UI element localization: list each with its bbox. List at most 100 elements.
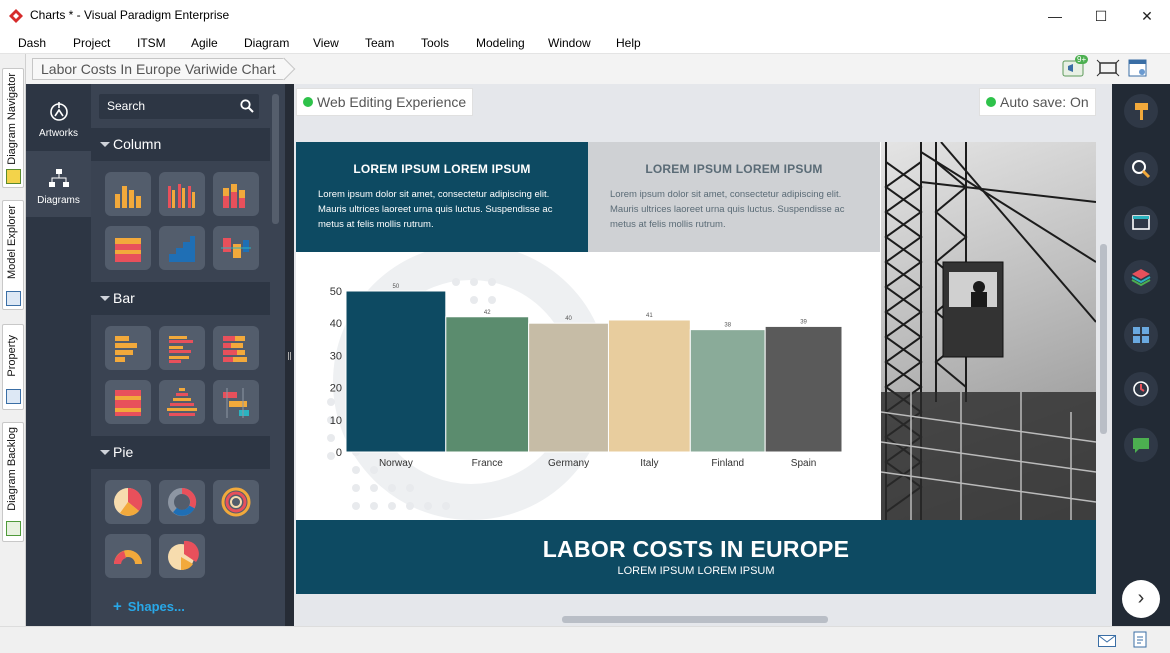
donut-chart-icon[interactable] [159, 480, 205, 524]
exploded-pie-chart-icon[interactable] [159, 534, 205, 578]
menu-tools[interactable]: Tools [421, 36, 449, 50]
bar-chart-icon[interactable] [105, 326, 151, 370]
menu-project[interactable]: Project [73, 36, 110, 50]
section-bar[interactable]: Bar [91, 282, 270, 315]
diagram-backlog-icon [6, 521, 21, 536]
menu-bar: Dash Project ITSM Agile Diagram View Tea… [0, 32, 1170, 54]
infographic-slide[interactable]: LOREM IPSUM LOREM IPSUM Lorem ipsum dolo… [296, 142, 1096, 594]
range-bar-chart-icon[interactable] [213, 380, 259, 424]
expand-panel-button[interactable]: › [1122, 580, 1160, 618]
app-logo-icon [9, 9, 23, 23]
grouped-column-chart-icon[interactable] [159, 172, 205, 216]
document-edit-icon[interactable] [1133, 631, 1149, 649]
palette-search-input[interactable]: Search [99, 94, 259, 119]
menu-view[interactable]: View [313, 36, 339, 50]
right-toolbar [1112, 84, 1170, 626]
heatmap-column-chart-icon[interactable] [105, 226, 151, 270]
chart-area: 0 10 20 30 40 50 50 Norway 42 France 40 Germany 41 It… [296, 252, 881, 520]
menu-dash[interactable]: Dash [18, 36, 46, 50]
semi-circle-chart-icon[interactable] [105, 534, 151, 578]
notification-badge: 9+ [1075, 55, 1089, 64]
format-painter-icon[interactable] [1124, 94, 1158, 128]
nav-artworks[interactable]: Artworks [26, 84, 91, 150]
slide-footer: LABOR COSTS IN EUROPE LOREM IPSUM LOREM … [296, 520, 1096, 594]
menu-modeling[interactable]: Modeling [476, 36, 525, 50]
pie-chart-icon[interactable] [105, 480, 151, 524]
layers-icon[interactable] [1124, 260, 1158, 294]
diagram-canvas[interactable]: Web Editing Experience Auto save: On LOR… [294, 84, 1112, 626]
x-category-label: Norway [379, 458, 413, 469]
y-tick-label: 30 [330, 350, 342, 362]
grouped-bar-chart-icon[interactable] [159, 326, 205, 370]
mail-icon[interactable] [1098, 635, 1116, 647]
menu-diagram[interactable]: Diagram [244, 36, 289, 50]
y-tick-label: 40 [330, 318, 342, 330]
horizontal-scrollbar[interactable] [562, 616, 828, 623]
notification-icon[interactable]: 9+ [1062, 55, 1089, 78]
add-shapes-link[interactable]: + Shapes... [113, 598, 185, 615]
history-icon[interactable] [1124, 372, 1158, 406]
fit-to-window-icon[interactable] [1096, 58, 1120, 78]
tab-property[interactable]: Property [2, 324, 24, 410]
maximize-button[interactable]: ☐ [1078, 0, 1124, 32]
bar-value-label: 42 [484, 310, 491, 316]
section-pie[interactable]: Pie [91, 436, 270, 469]
heatmap-bar-chart-icon[interactable] [105, 380, 151, 424]
info-box-secondary-title: LOREM IPSUM LOREM IPSUM [645, 162, 823, 176]
x-category-label: Finland [711, 458, 744, 469]
chart-bar[interactable] [689, 329, 766, 453]
stacked-bar-chart-icon[interactable] [213, 326, 259, 370]
info-box-primary: LOREM IPSUM LOREM IPSUM Lorem ipsum dolo… [296, 142, 588, 252]
menu-itsm[interactable]: ITSM [137, 36, 166, 50]
y-tick-label: 0 [336, 447, 342, 459]
column-chart-icon[interactable] [105, 172, 151, 216]
stacked-column-chart-icon[interactable] [213, 172, 259, 216]
comments-icon[interactable] [1124, 428, 1158, 462]
chart-bar[interactable] [764, 325, 843, 453]
y-tick-label: 50 [330, 286, 342, 298]
x-category-label: Spain [791, 458, 817, 469]
nav-diagrams[interactable]: Diagrams [26, 151, 91, 217]
zoom-icon[interactable] [1124, 152, 1158, 186]
breadcrumb[interactable]: Labor Costs In Europe Variwide Chart [32, 58, 285, 80]
step-column-chart-icon[interactable] [159, 226, 205, 270]
section-column[interactable]: Column [91, 128, 270, 161]
menu-agile[interactable]: Agile [191, 36, 218, 50]
left-panel-tabs: Diagram Navigator Model Explorer Propert… [0, 54, 26, 626]
close-button[interactable]: ✕ [1124, 0, 1170, 32]
variwide-bar-chart[interactable]: 0 10 20 30 40 50 50 Norway 42 France 40 Germany 41 It… [296, 252, 881, 520]
menu-help[interactable]: Help [616, 36, 641, 50]
splitter-handle-icon [288, 352, 291, 360]
range-column-chart-icon[interactable] [213, 226, 259, 270]
chart-bar[interactable] [607, 319, 691, 453]
tab-diagram-backlog[interactable]: Diagram Backlog [2, 422, 24, 542]
palette-scrollbar[interactable] [272, 94, 279, 224]
chart-bar[interactable] [528, 322, 609, 453]
window-panel-icon[interactable] [1124, 206, 1158, 240]
x-category-label: Italy [640, 458, 658, 469]
menu-window[interactable]: Window [548, 36, 591, 50]
ring-chart-icon[interactable] [213, 480, 259, 524]
plus-icon: + [113, 598, 122, 615]
search-icon[interactable] [240, 99, 254, 113]
chart-bar[interactable] [345, 290, 447, 453]
grid-view-icon[interactable] [1124, 318, 1158, 352]
layout-settings-icon[interactable] [1126, 58, 1150, 78]
tab-model-explorer[interactable]: Model Explorer [2, 200, 24, 310]
x-category-label: Germany [548, 458, 589, 469]
footer-subtitle: LOREM IPSUM LOREM IPSUM [617, 565, 775, 577]
info-box-primary-text: Lorem ipsum dolor sit amet, consectetur … [318, 189, 553, 230]
info-box-secondary: LOREM IPSUM LOREM IPSUM Lorem ipsum dolo… [588, 142, 880, 252]
vertical-scrollbar[interactable] [1100, 244, 1107, 434]
menu-team[interactable]: Team [365, 36, 394, 50]
minimize-button[interactable]: — [1032, 0, 1078, 32]
property-icon [6, 389, 21, 404]
web-editing-badge[interactable]: Web Editing Experience [296, 88, 474, 116]
panel-splitter[interactable] [285, 84, 294, 626]
autosave-badge[interactable]: Auto save: On [979, 88, 1096, 116]
info-box-secondary-text: Lorem ipsum dolor sit amet, consectetur … [610, 189, 845, 230]
population-pyramid-icon[interactable] [159, 380, 205, 424]
chart-bar[interactable] [445, 316, 530, 453]
tab-diagram-navigator[interactable]: Diagram Navigator [2, 68, 24, 188]
shape-palette: Search ••• Column Bar Pie +Shapes... [91, 84, 285, 626]
